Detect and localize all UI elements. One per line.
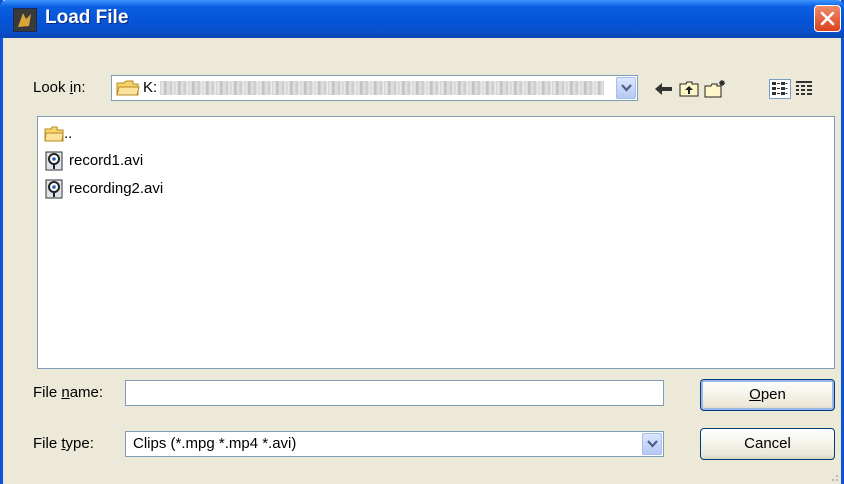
media-file-icon [45,151,63,171]
file-name-label: File name: [33,384,104,401]
file-list[interactable]: .. record1.avi recording2.avi [37,116,835,369]
file-name: .. [64,125,73,142]
file-name-field[interactable] [125,380,664,406]
look-in-value: K: [143,79,158,96]
look-in-dropdown[interactable]: K: [111,75,638,101]
file-type-dropdown[interactable]: Clips (*.mpg *.mp4 *.avi) [125,431,664,457]
up-folder-button[interactable] [678,79,700,99]
details-view-button[interactable] [794,79,816,99]
chevron-down-icon [647,440,658,448]
look-in-dropdown-button[interactable] [616,77,636,99]
cancel-button[interactable]: Cancel [700,428,835,460]
new-folder-icon [704,80,725,98]
folder-icon [44,126,64,142]
chevron-down-icon [621,84,632,92]
media-file-icon [45,179,63,199]
new-folder-button[interactable] [703,79,725,99]
close-icon [820,11,835,26]
obscured-path [160,81,604,95]
close-button[interactable] [814,5,841,32]
file-type-dropdown-button[interactable] [642,433,662,455]
load-file-dialog: Load File Look in: K: .. record1.avi rec… [0,0,844,484]
file-type-value: Clips (*.mpg *.mp4 *.avi) [133,435,297,452]
folder-icon [116,80,140,96]
title-bar[interactable]: Load File [0,0,844,38]
look-in-label: Look in: [33,79,86,96]
window-title: Load File [45,7,129,28]
list-view-button[interactable] [769,79,791,99]
file-name: record1.avi [69,152,144,169]
open-button[interactable]: Open [700,379,835,411]
up-folder-icon [679,81,699,97]
resize-grip-icon[interactable] [827,470,839,482]
back-button[interactable] [653,79,675,99]
app-icon [13,8,37,32]
file-name: recording2.avi [69,180,164,197]
details-view-icon [796,81,812,95]
list-view-icon [772,82,788,95]
file-type-label: File type: [33,435,94,452]
back-arrow-icon [655,83,672,95]
